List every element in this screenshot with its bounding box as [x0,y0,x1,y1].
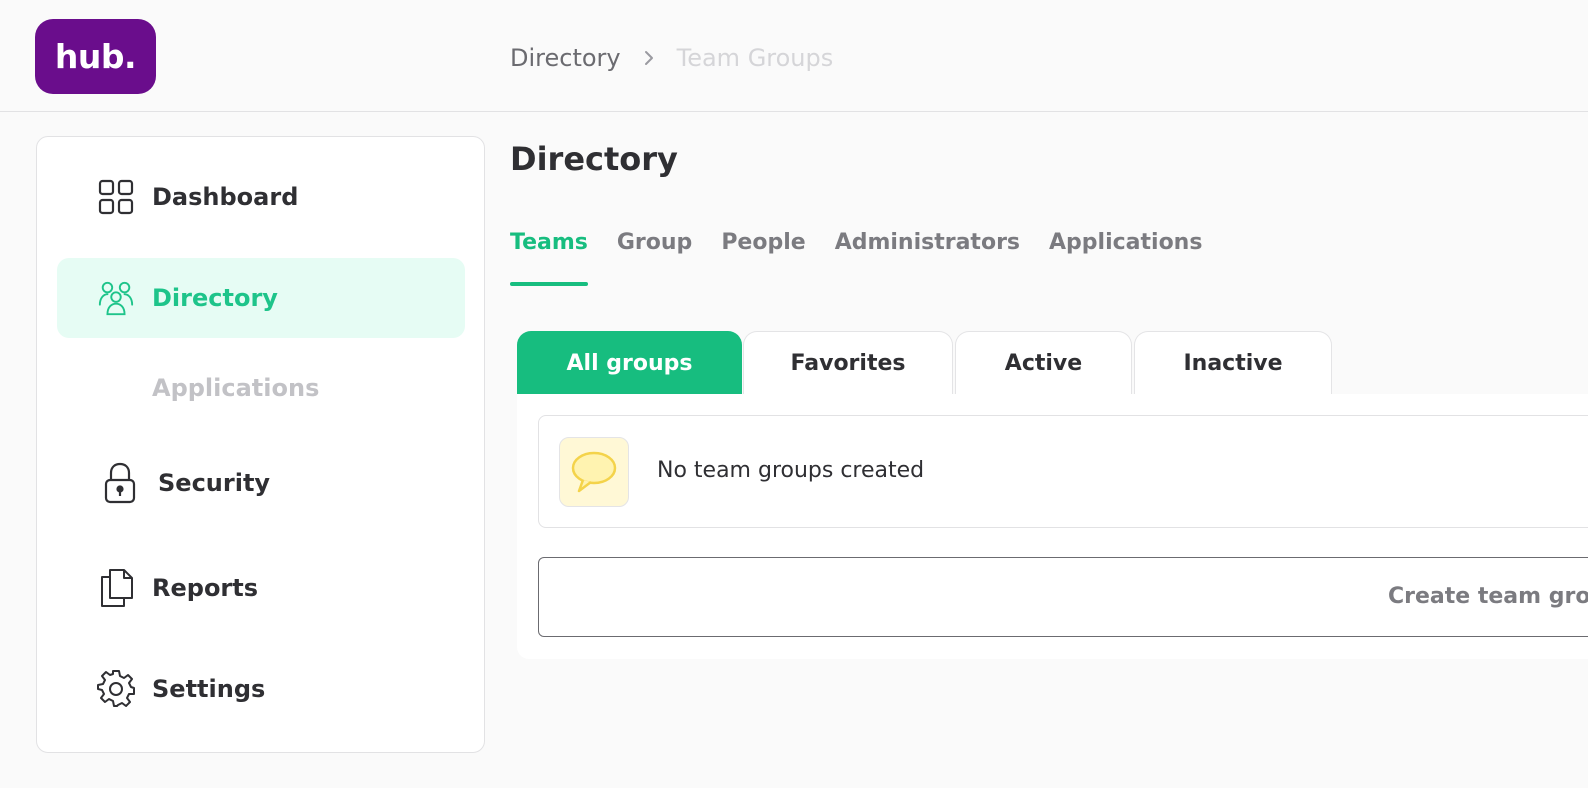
sidebar-item-dashboard[interactable]: Dashboard [57,157,465,237]
filter-inactive[interactable]: Inactive [1134,331,1332,394]
sidebar: Dashboard Directory Applications Securit… [36,136,485,753]
speech-bubble-icon [559,437,629,507]
sidebar-item-label: Dashboard [152,183,299,211]
grid-icon [97,178,135,216]
sidebar-item-security[interactable]: Security [57,443,465,523]
sidebar-item-settings[interactable]: Settings [57,649,465,729]
sidebar-item-label: Settings [152,675,266,703]
top-header: hub. Directory Team Groups [0,0,1588,112]
filter-favorites[interactable]: Favorites [743,331,953,394]
sidebar-subitem-applications[interactable]: Applications [152,374,319,402]
breadcrumb: Directory Team Groups [510,40,833,76]
empty-state-card: No team groups created [538,415,1588,528]
chevron-right-icon [643,50,655,66]
users-icon [97,279,135,317]
lock-icon [101,462,139,504]
sidebar-item-label: Directory [152,284,278,312]
create-team-group-label: Create team group [1388,584,1588,609]
gear-icon [97,670,135,708]
tab-applications[interactable]: Applications [1049,226,1202,286]
sidebar-item-directory[interactable]: Directory [57,258,465,338]
tab-teams[interactable]: Teams [510,226,588,286]
sidebar-item-label: Security [158,469,271,497]
filter-active[interactable]: Active [955,331,1132,394]
sidebar-item-label: Reports [152,574,259,602]
breadcrumb-team-groups: Team Groups [676,44,834,72]
empty-state-text: No team groups created [657,458,925,483]
create-team-group-button[interactable]: Create team group [538,557,1588,637]
tab-people[interactable]: People [721,226,805,286]
breadcrumb-directory[interactable]: Directory [510,44,621,72]
tab-administrators[interactable]: Administrators [835,226,1020,286]
documents-icon [97,569,135,607]
page-title: Directory [510,140,678,178]
filter-all-groups[interactable]: All groups [517,331,742,394]
sidebar-item-reports[interactable]: Reports [57,548,465,628]
tab-group[interactable]: Group [617,226,692,286]
directory-tabs: Teams Group People Administrators Applic… [510,226,1231,286]
app-root: hub. Directory Team Groups Dashboard Dir… [0,0,1588,788]
hub-logo[interactable]: hub. [35,19,156,94]
